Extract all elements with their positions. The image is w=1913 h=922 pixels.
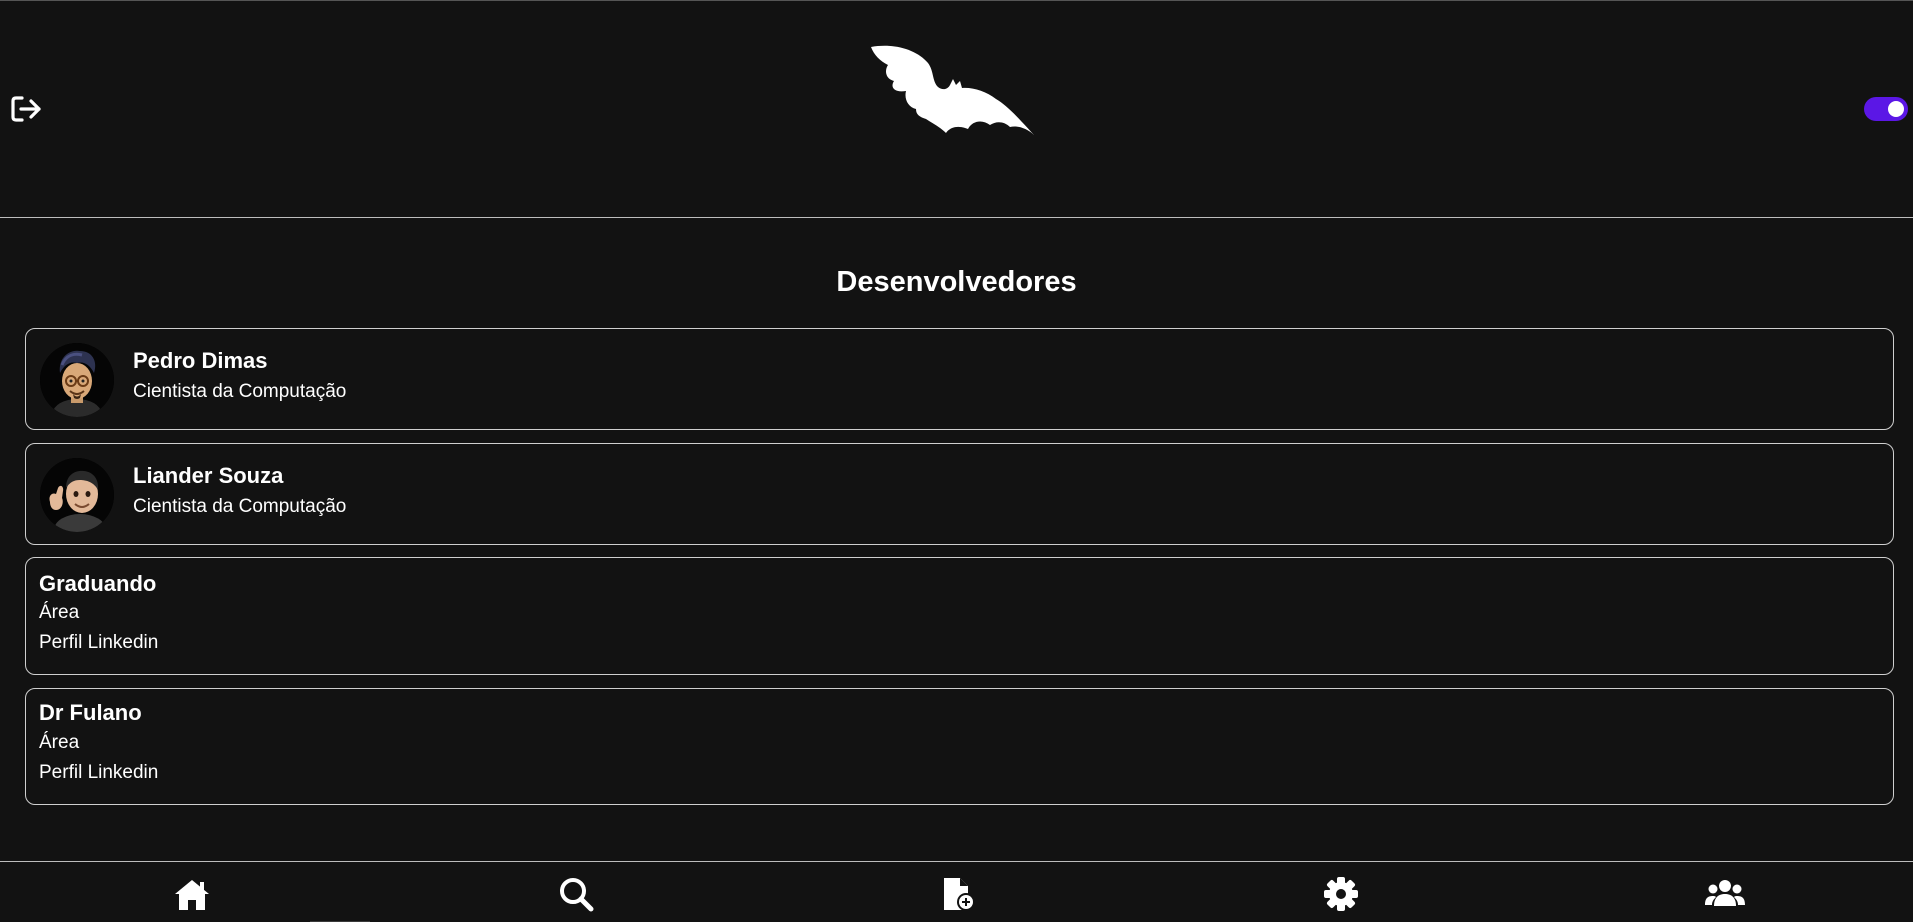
linkedin-link[interactable]: Perfil Linkedin [39, 632, 158, 654]
developer-name: Pedro Dimas [133, 348, 268, 373]
advisor-card: Graduando Área Perfil Linkedin [25, 557, 1894, 675]
theme-toggle[interactable] [1864, 97, 1908, 121]
advisor-name: Graduando [39, 571, 157, 596]
nav-search[interactable] [556, 874, 596, 914]
developer-role: Cientista da Computação [133, 496, 347, 517]
search-icon [560, 878, 594, 912]
page-title: Desenvolvedores [836, 266, 1077, 298]
developer-card: Liander Souza Cientista da Computação [25, 443, 1894, 545]
bat-logo [871, 45, 1034, 135]
nav-team[interactable] [1705, 874, 1745, 914]
advisor-area: Área [39, 602, 80, 623]
toggle-knob [1888, 101, 1904, 117]
nav-settings[interactable] [1321, 874, 1361, 914]
logout-icon [11, 96, 41, 122]
gear-icon [1324, 877, 1358, 911]
logout-button[interactable] [10, 94, 44, 124]
nav-home[interactable] [172, 874, 212, 914]
bottom-nav [0, 861, 1913, 922]
developer-card: Pedro Dimas Cientista da Computação [25, 328, 1894, 430]
developer-role: Cientista da Computação [133, 381, 347, 402]
home-icon [175, 880, 209, 910]
advisor-area: Área [39, 732, 80, 753]
linkedin-link[interactable]: Perfil Linkedin [39, 762, 158, 784]
advisor-name: Dr Fulano [39, 700, 142, 725]
header [0, 0, 1913, 218]
avatar [40, 458, 114, 532]
avatar [40, 343, 114, 417]
advisor-card: Dr Fulano Área Perfil Linkedin [25, 688, 1894, 805]
file-add-icon [944, 878, 975, 911]
nav-add-file[interactable] [938, 874, 978, 914]
developer-name: Liander Souza [133, 463, 284, 488]
page: Desenvolvedores Pedro Dimas Cientista da… [0, 0, 1913, 922]
users-icon [1705, 880, 1745, 906]
